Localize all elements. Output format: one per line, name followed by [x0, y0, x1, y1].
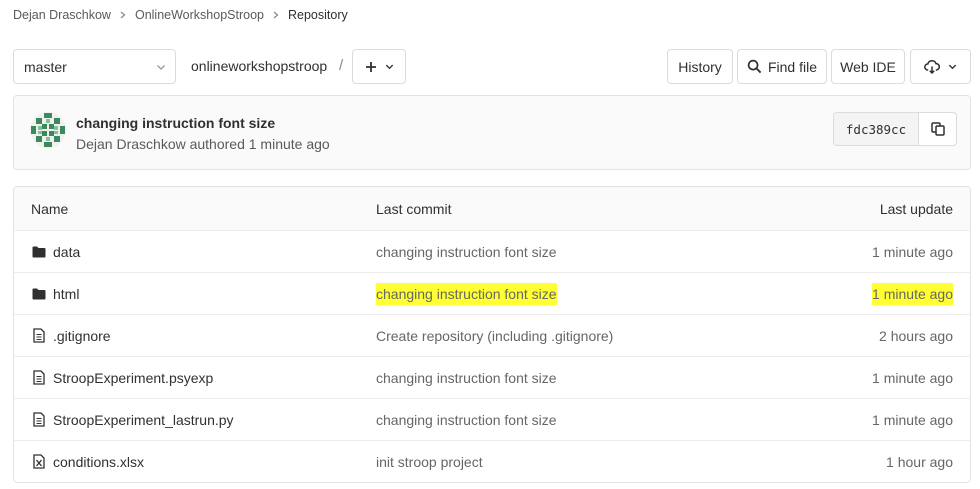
folder-icon: [31, 244, 47, 260]
chevron-down-icon: [157, 65, 165, 70]
file-icon: [31, 412, 47, 428]
folder-icon: [31, 286, 47, 302]
commit-cell: changing instruction font size: [376, 231, 557, 272]
commit-cell: changing instruction font size: [376, 399, 557, 440]
update-cell: 1 minute ago: [872, 399, 953, 440]
update-cell: 2 hours ago: [879, 315, 953, 356]
update-cell: 1 hour ago: [886, 441, 953, 482]
commit-message-link[interactable]: Create repository (including .gitignore): [376, 328, 613, 344]
column-header-name: Name: [31, 200, 69, 217]
commit-message-link[interactable]: init stroop project: [376, 454, 483, 470]
web-ide-label: Web IDE: [840, 58, 896, 75]
commit-message-link[interactable]: changing instruction font size: [376, 282, 557, 305]
chevron-right-icon: [272, 11, 280, 19]
commit-cell: Create repository (including .gitignore): [376, 315, 613, 356]
table-row[interactable]: data changing instruction font size 1 mi…: [14, 230, 970, 272]
table-row[interactable]: html changing instruction font size 1 mi…: [14, 272, 970, 314]
file-name-link[interactable]: html: [53, 286, 79, 302]
commit-message-link[interactable]: changing instruction font size: [376, 412, 557, 428]
path-separator: /: [339, 57, 344, 74]
last-commit-panel: changing instruction font size Dejan Dra…: [13, 95, 971, 170]
name-cell: conditions.xlsx: [31, 441, 144, 482]
avatar[interactable]: [30, 112, 66, 148]
name-cell: html: [31, 273, 79, 314]
update-cell: 1 minute ago: [872, 357, 953, 398]
table-row[interactable]: .gitignore Create repository (including …: [14, 314, 970, 356]
last-update-time: 1 minute ago: [872, 369, 953, 386]
table-row[interactable]: StroopExperiment_lastrun.py changing ins…: [14, 398, 970, 440]
add-to-tree-button[interactable]: [352, 49, 406, 84]
table-row[interactable]: conditions.xlsx init stroop project 1 ho…: [14, 440, 970, 482]
commit-sha[interactable]: fdc389cc: [834, 113, 919, 145]
commit-sha-group: fdc389cc: [833, 112, 957, 146]
cloud-download-icon: [924, 59, 940, 74]
chevron-down-icon: [948, 64, 957, 70]
commit-message-link[interactable]: changing instruction font size: [376, 370, 557, 386]
commit-title-link[interactable]: changing instruction font size: [76, 115, 275, 131]
name-cell: data: [31, 231, 80, 272]
find-file-label: Find file: [767, 58, 818, 75]
commit-message-link[interactable]: changing instruction font size: [376, 244, 557, 260]
web-ide-button[interactable]: Web IDE: [831, 49, 905, 84]
branch-name: master: [24, 58, 67, 75]
commit-author-meta: Dejan Draschkow authored 1 minute ago: [76, 136, 330, 152]
copy-sha-button[interactable]: [919, 113, 956, 145]
repository-path-link[interactable]: onlineworkshopstroop: [191, 58, 327, 74]
repository-toolbar: master onlineworkshopstroop / History Fi…: [13, 49, 971, 85]
breadcrumb-user-link[interactable]: Dejan Draschkow: [13, 8, 111, 22]
find-file-button[interactable]: Find file: [737, 49, 827, 84]
column-header-last-commit: Last commit: [376, 200, 452, 217]
name-cell: StroopExperiment_lastrun.py: [31, 399, 234, 440]
copy-icon: [930, 122, 945, 136]
name-cell: .gitignore: [31, 315, 111, 356]
file-icon: [31, 328, 47, 344]
commit-cell: changing instruction font size: [376, 357, 557, 398]
chevron-down-icon: [385, 64, 393, 70]
breadcrumb-project-link[interactable]: OnlineWorkshopStroop: [135, 8, 264, 22]
last-update-time: 1 hour ago: [886, 453, 953, 470]
file-name-link[interactable]: data: [53, 244, 80, 260]
last-update-time: 1 minute ago: [872, 243, 953, 260]
download-button[interactable]: [910, 49, 971, 84]
file-name-link[interactable]: conditions.xlsx: [53, 454, 144, 470]
table-header: Name Last commit Last update: [14, 187, 970, 230]
history-button[interactable]: History: [667, 49, 733, 84]
breadcrumb: Dejan Draschkow OnlineWorkshopStroop Rep…: [13, 8, 348, 22]
branch-selector[interactable]: master: [13, 49, 176, 84]
history-button-label: History: [678, 58, 722, 75]
chevron-right-icon: [119, 11, 127, 19]
file-name-link[interactable]: .gitignore: [53, 328, 111, 344]
file-name-link[interactable]: StroopExperiment.psyexp: [53, 370, 213, 386]
update-cell: 1 minute ago: [872, 273, 953, 314]
breadcrumb-current[interactable]: Repository: [288, 8, 348, 22]
search-icon: [747, 59, 762, 74]
column-header-last-update: Last update: [879, 200, 953, 217]
update-cell: 1 minute ago: [872, 231, 953, 272]
name-cell: StroopExperiment.psyexp: [31, 357, 213, 398]
spreadsheet-file-icon: [31, 454, 47, 470]
last-update-time: 1 minute ago: [872, 411, 953, 428]
last-update-time: 1 minute ago: [872, 282, 953, 305]
file-tree-table: Name Last commit Last update data changi…: [13, 186, 971, 483]
commit-cell: changing instruction font size: [376, 273, 557, 314]
last-update-time: 2 hours ago: [879, 327, 953, 344]
commit-cell: init stroop project: [376, 441, 483, 482]
file-icon: [31, 370, 47, 386]
plus-icon: [365, 61, 376, 72]
file-name-link[interactable]: StroopExperiment_lastrun.py: [53, 412, 234, 428]
table-row[interactable]: StroopExperiment.psyexp changing instruc…: [14, 356, 970, 398]
